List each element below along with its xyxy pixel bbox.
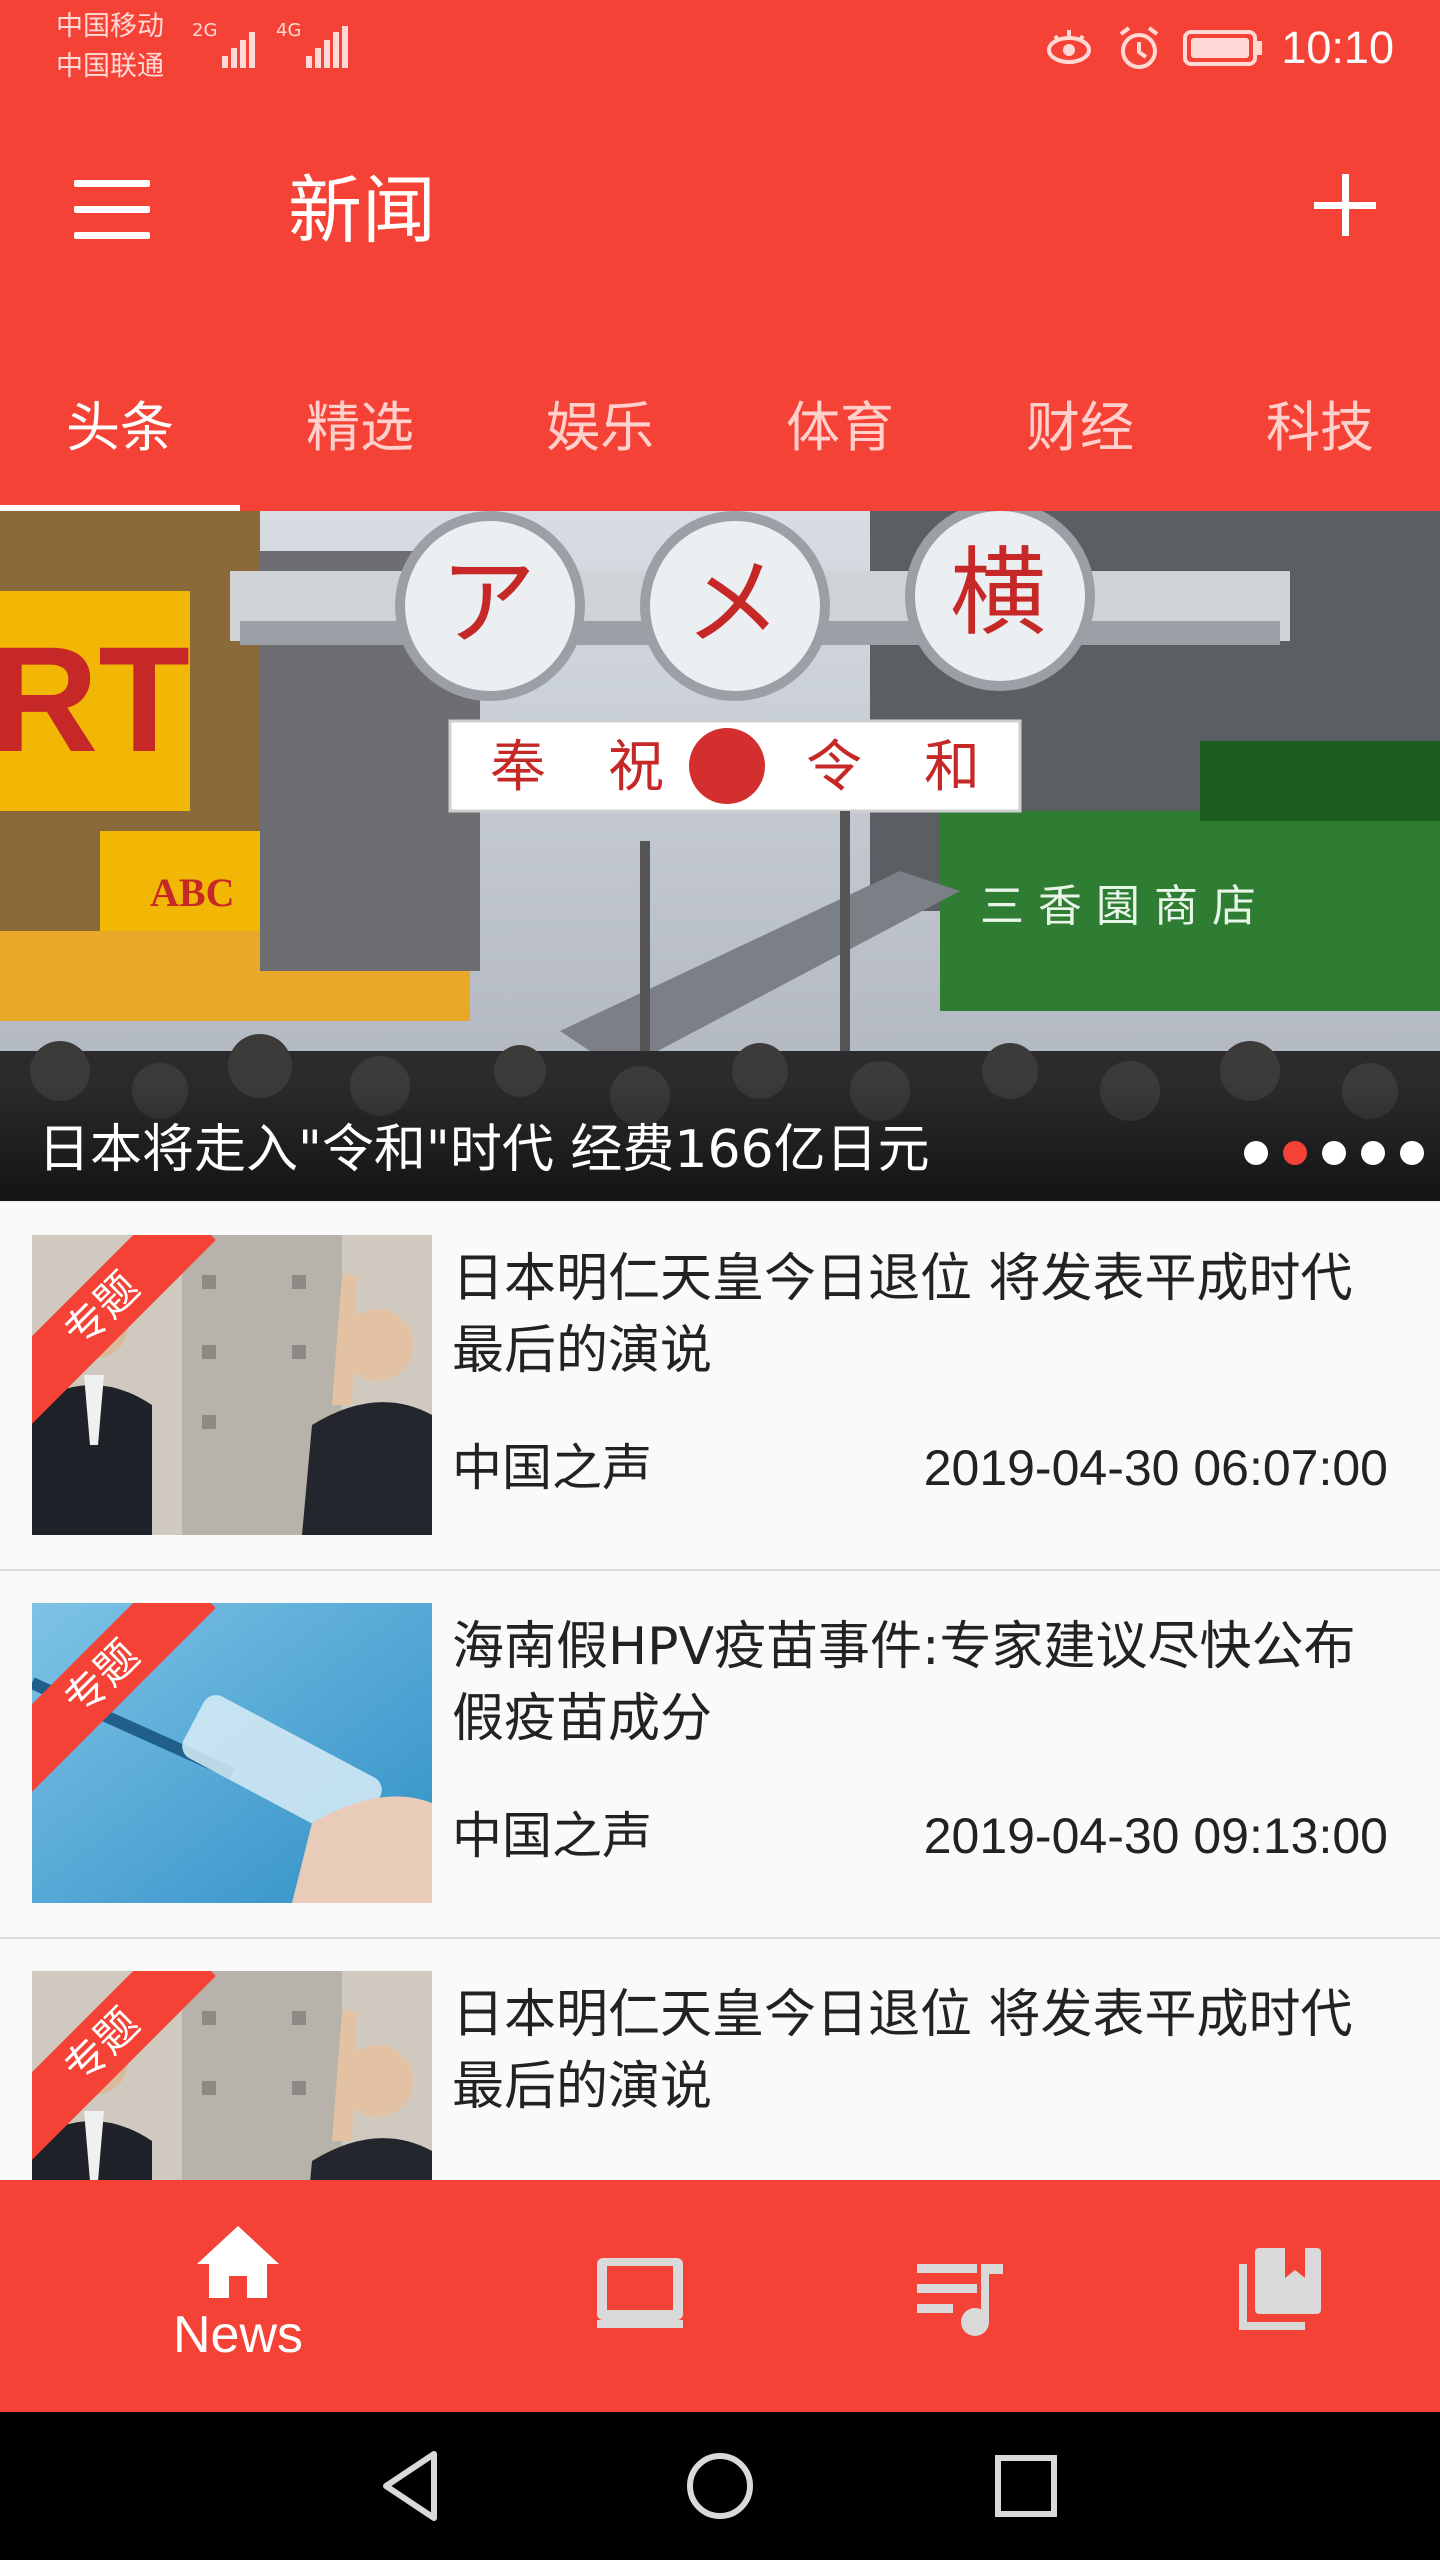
signal-type-2: 4G: [276, 20, 302, 41]
add-icon[interactable]: [1314, 174, 1376, 236]
nav-item-news[interactable]: News: [58, 2180, 418, 2412]
nav-label-news: News: [172, 2306, 304, 2364]
news-item[interactable]: 专题 海南假HPV疫苗事件:专家建议尽快公布假疫苗成分 中国之声 2019-04…: [0, 1571, 1440, 1939]
library-icon: [1239, 2248, 1321, 2330]
nav-item-music[interactable]: [780, 2180, 1140, 2412]
carousel-dot[interactable]: [1322, 1141, 1346, 1165]
status-time: 10:10: [1281, 22, 1394, 73]
sign-char-2: メ: [685, 547, 781, 659]
news-time: 2019-04-30 09:13:00: [923, 1808, 1388, 1864]
carrier-2: 中国联通: [56, 51, 164, 82]
back-icon[interactable]: [372, 2446, 452, 2526]
news-thumbnail: 专题: [32, 1235, 432, 1535]
tab-technology[interactable]: 科技: [1200, 383, 1440, 462]
sign-char-3: 横: [950, 537, 1046, 649]
status-bar: 中国移动 中国联通 2G 4G 10:10: [0, 0, 1440, 100]
carrier-1: 中国移动: [56, 11, 164, 42]
system-navigation-bar: [0, 2412, 1440, 2560]
signal-type-1: 2G: [192, 20, 218, 41]
nav-item-library[interactable]: [1100, 2180, 1440, 2412]
tab-headlines[interactable]: 头条: [0, 383, 240, 462]
tab-entertainment[interactable]: 娱乐: [480, 383, 720, 462]
news-title[interactable]: 日本明仁天皇今日退位 将发表平成时代最后的演说: [452, 1243, 1392, 1387]
sign-char-1: ア: [440, 547, 536, 659]
home-icon: [197, 2226, 279, 2298]
bottom-navigation: News: [0, 2180, 1440, 2412]
battery-icon: [1183, 30, 1263, 66]
tab-finance[interactable]: 财经: [960, 383, 1200, 462]
news-title[interactable]: 日本明仁天皇今日退位 将发表平成时代最后的演说: [452, 1979, 1392, 2123]
carousel-dot[interactable]: [1400, 1141, 1424, 1165]
carousel-indicator: [1244, 1141, 1424, 1165]
svg-text:ABC: ABC: [150, 870, 234, 915]
carousel-dot[interactable]: [1361, 1141, 1385, 1165]
news-title[interactable]: 海南假HPV疫苗事件:专家建议尽快公布假疫苗成分: [452, 1611, 1392, 1755]
recents-icon[interactable]: [986, 2446, 1066, 2526]
tab-sports[interactable]: 体育: [720, 383, 960, 462]
tv-icon: [597, 2258, 683, 2328]
news-time: 2019-04-30 06:07:00: [923, 1440, 1388, 1496]
home-circle-icon[interactable]: [680, 2446, 760, 2526]
menu-icon[interactable]: [74, 180, 150, 240]
app-bar: 新闻: [0, 100, 1440, 315]
banner-carousel[interactable]: RT ABC 三 香 園 商 店 ア メ 横 奉祝 令和 日本将走入"令和"时代…: [0, 511, 1440, 1201]
category-tabs: 头条 精选 娱乐 体育 财经 科技: [0, 315, 1440, 511]
news-source: 中国之声: [452, 1439, 652, 1497]
page-title: 新闻: [288, 168, 436, 254]
news-source: 中国之声: [452, 1807, 652, 1865]
svg-text:RT: RT: [0, 615, 190, 783]
news-thumbnail: 专题: [32, 1603, 432, 1903]
tab-featured[interactable]: 精选: [240, 383, 480, 462]
news-item[interactable]: 专题 日本明仁天皇今日退位 将发表平成时代最后的演说 中国之声 2019-04-…: [0, 1203, 1440, 1571]
nav-item-video[interactable]: [460, 2180, 820, 2412]
alarm-icon: [1120, 26, 1159, 69]
carousel-dot-active[interactable]: [1283, 1141, 1307, 1165]
carousel-dot[interactable]: [1244, 1141, 1268, 1165]
banner-caption[interactable]: 日本将走入"令和"时代 经费166亿日元: [38, 1115, 930, 1185]
eye-comfort-icon: [1047, 30, 1092, 64]
music-list-icon: [917, 2264, 1003, 2336]
svg-text:三 香 園 商 店: 三 香 園 商 店: [980, 881, 1256, 932]
signal-bars-1-icon: [222, 26, 262, 68]
signal-bars-2-icon: [306, 26, 350, 68]
